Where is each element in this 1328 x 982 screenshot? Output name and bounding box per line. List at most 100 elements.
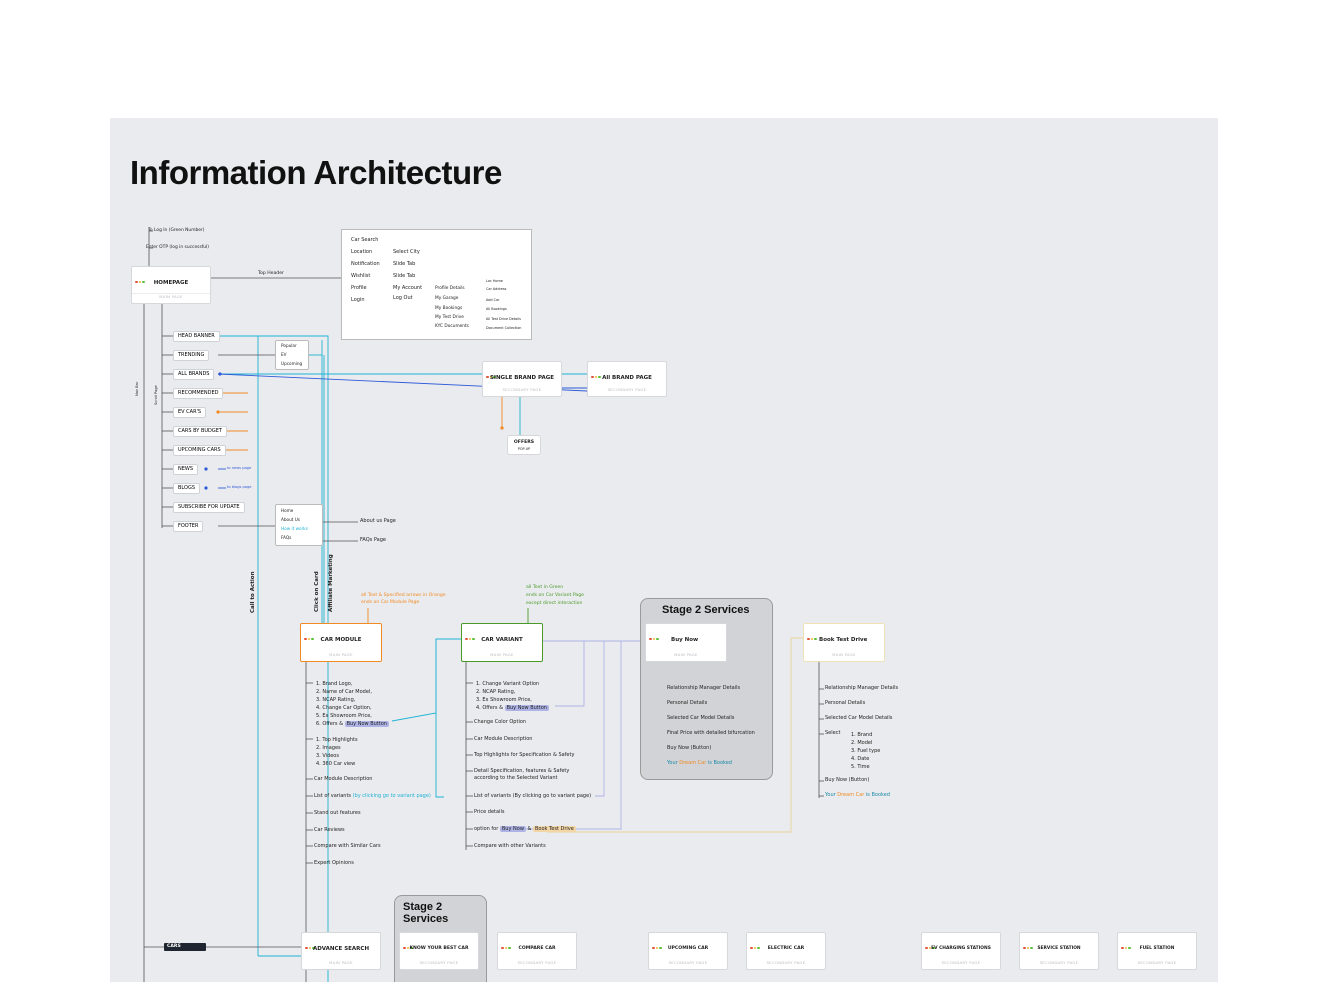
car-variant-list1-item: 3. Ex Showroom Price,	[476, 697, 532, 703]
all-brand-card[interactable]: All BRAND PAGE SECONDARY PAGE	[587, 361, 667, 397]
buy-now-title: Buy Now	[671, 637, 699, 643]
footer-link[interactable]: FAQs	[281, 535, 291, 540]
bottom-page-sub: SECONDARY PAGE	[517, 960, 557, 965]
submenu-item[interactable]: My Account	[393, 286, 422, 291]
select-item: 4. Date	[851, 756, 870, 762]
faqs-target[interactable]: FAQs Page	[360, 538, 386, 543]
bottom-page-sub: SECONDARY PAGE	[766, 960, 806, 965]
car-variant-item: option for Buy Now & Book Test Drive	[474, 826, 576, 832]
advance-search-card[interactable]: ADVANCE SEARCH MAIN PAGE	[301, 932, 381, 970]
test-drive-sub: MAIN PAGE	[832, 652, 856, 657]
submenu-item[interactable]: Car Address	[486, 287, 506, 291]
offers-title: OFFERS	[513, 440, 535, 445]
bottom-page-sub: SECONDARY PAGE	[419, 960, 459, 965]
submenu-item[interactable]: My Garage	[435, 296, 458, 301]
car-module-card[interactable]: CAR MODULE MAIN PAGE	[300, 623, 382, 662]
submenu-item[interactable]: Slide Tab	[393, 274, 415, 279]
window-dots-icon	[304, 627, 316, 640]
section-trending[interactable]: TRENDING	[173, 350, 210, 361]
book-test-drive-card[interactable]: Book Test Drive MAIN PAGE	[803, 623, 885, 662]
submenu-item[interactable]: All Bookings	[486, 307, 507, 311]
green-note-line: ends on Car Variant Page	[526, 593, 584, 598]
car-module-buy-now-button[interactable]: Buy Now Button	[344, 721, 389, 727]
section-recommended[interactable]: RECOMMENDED	[173, 388, 224, 399]
buy-now-card[interactable]: Buy Now MAIN PAGE	[645, 623, 727, 662]
homepage-card[interactable]: HOMEPAGE MAIN PAGE	[131, 266, 211, 304]
know-best-car-card[interactable]: KNOW YOUR BEST CAR SECONDARY PAGE	[399, 932, 479, 970]
car-variant-sub: MAIN PAGE	[490, 652, 514, 657]
footer-link[interactable]: Home	[281, 508, 293, 513]
option-book-test-drive[interactable]: Book Test Drive	[533, 826, 576, 832]
variant-hint[interactable]: (by clicking go to variant page)	[353, 793, 431, 799]
upcoming-car-card[interactable]: UPCOMING CAR SECONDARY PAGE	[648, 932, 728, 970]
car-module-list1-item: 6. Offers &	[316, 721, 345, 727]
submenu-item[interactable]: Document Collection	[486, 326, 521, 330]
submenu-item[interactable]: Loc Home	[486, 279, 503, 283]
car-variant-list1-item: 2. NCAP Rating,	[476, 689, 516, 695]
all-brands-dot	[218, 372, 222, 376]
menu-item[interactable]: Profile	[351, 286, 367, 291]
about-us-target[interactable]: About us Page	[360, 519, 396, 524]
bottom-page-title: SERVICE STATION	[1037, 946, 1081, 951]
section-head-banner[interactable]: HEAD BANNER	[173, 331, 220, 342]
electric-car-card[interactable]: ELECTRIC CAR SECONDARY PAGE	[746, 932, 826, 970]
section-subscribe[interactable]: SUBSCRIBE FOR UPDATE	[173, 502, 245, 513]
window-dots-icon	[925, 936, 937, 949]
connector-layer	[143, 228, 824, 982]
submenu-item[interactable]: All Test Drive Details	[486, 317, 521, 321]
blogs-link[interactable]: to blogs page	[227, 485, 252, 490]
option-buy-now[interactable]: Buy Now	[499, 826, 526, 832]
car-module-item: Car Reviews	[314, 827, 345, 833]
section-all-brands[interactable]: ALL BRANDS	[173, 369, 215, 380]
footer-link[interactable]: How it works	[281, 526, 308, 531]
car-module-list2-item: 2. Images	[316, 745, 341, 751]
news-link[interactable]: to news page	[227, 466, 251, 471]
section-ev-cars[interactable]: EV CAR'S	[173, 407, 207, 418]
bottom-page-title: EV CHARGING STATIONS	[931, 946, 991, 951]
section-blogs[interactable]: BLOGS	[173, 483, 201, 494]
bottom-page-title: KNOW YOUR BEST CAR	[409, 946, 469, 951]
submenu-item[interactable]: My Test Drive	[435, 315, 464, 320]
submenu-item[interactable]: Select City	[393, 250, 420, 255]
section-upcoming-cars[interactable]: UPCOMING CARS	[173, 445, 226, 456]
menu-item[interactable]: Location	[351, 250, 372, 255]
footer-link[interactable]: About Us	[281, 517, 300, 522]
submenu-item[interactable]: Add Car	[486, 298, 499, 302]
all-brand-sub: SECONDARY PAGE	[607, 387, 647, 392]
window-dots-icon	[1023, 936, 1035, 949]
call-to-action-label: Call to Action	[250, 571, 256, 613]
car-module-list1-item: 5. Ex Showroom Price,	[316, 713, 372, 719]
menu-item[interactable]: Wishlist	[351, 274, 370, 279]
select-item: 1. Brand	[851, 732, 873, 738]
single-brand-card[interactable]: SINGLE BRAND PAGE SECONDARY PAGE	[482, 361, 562, 397]
section-cars-by-budget[interactable]: CARS BY BUDGET	[173, 426, 227, 437]
menu-item[interactable]: Login	[351, 298, 365, 303]
trending-options-box: Popular EV Upcoming	[275, 340, 309, 370]
menu-item[interactable]: Car Search	[351, 238, 378, 243]
submenu-item[interactable]: My Bookings	[435, 306, 462, 311]
cars-tag[interactable]: CARS	[164, 943, 206, 951]
compare-car-card[interactable]: COMPARE CAR SECONDARY PAGE	[497, 932, 577, 970]
fuel-station-card[interactable]: FUEL STATION SECONDARY PAGE	[1117, 932, 1197, 970]
submenu-item[interactable]: Log Out	[393, 296, 413, 301]
submenu-item[interactable]: Profile Details	[435, 286, 465, 291]
window-dots-icon	[807, 627, 819, 640]
trending-option[interactable]: Upcoming	[281, 361, 302, 366]
trending-option[interactable]: Popular	[281, 343, 297, 348]
submenu-item[interactable]: Slide Tab	[393, 262, 415, 267]
section-footer[interactable]: FOOTER	[173, 521, 204, 532]
service-station-card[interactable]: SERVICE STATION SECONDARY PAGE	[1019, 932, 1099, 970]
window-dots-icon	[135, 270, 147, 283]
section-news[interactable]: NEWS	[173, 464, 199, 475]
car-module-list2-item: 3. Videos	[316, 753, 339, 759]
car-variant-buy-now-button[interactable]: Buy Now Button	[504, 705, 549, 711]
trending-option[interactable]: EV	[281, 352, 287, 357]
offers-popup-card[interactable]: OFFERS POP-UP	[507, 435, 541, 455]
submenu-item[interactable]: KYC Documents	[435, 324, 469, 329]
booked-dream: Dream Car	[679, 760, 707, 766]
ev-charging-card[interactable]: EV CHARGING STATIONS SECONDARY PAGE	[921, 932, 1001, 970]
menu-item[interactable]: Notification	[351, 262, 380, 267]
buy-now-item: Buy Now (Button)	[667, 745, 712, 751]
click-on-card-label: Click on Card	[314, 571, 320, 612]
car-variant-card[interactable]: CAR VARIANT MAIN PAGE	[461, 623, 543, 662]
